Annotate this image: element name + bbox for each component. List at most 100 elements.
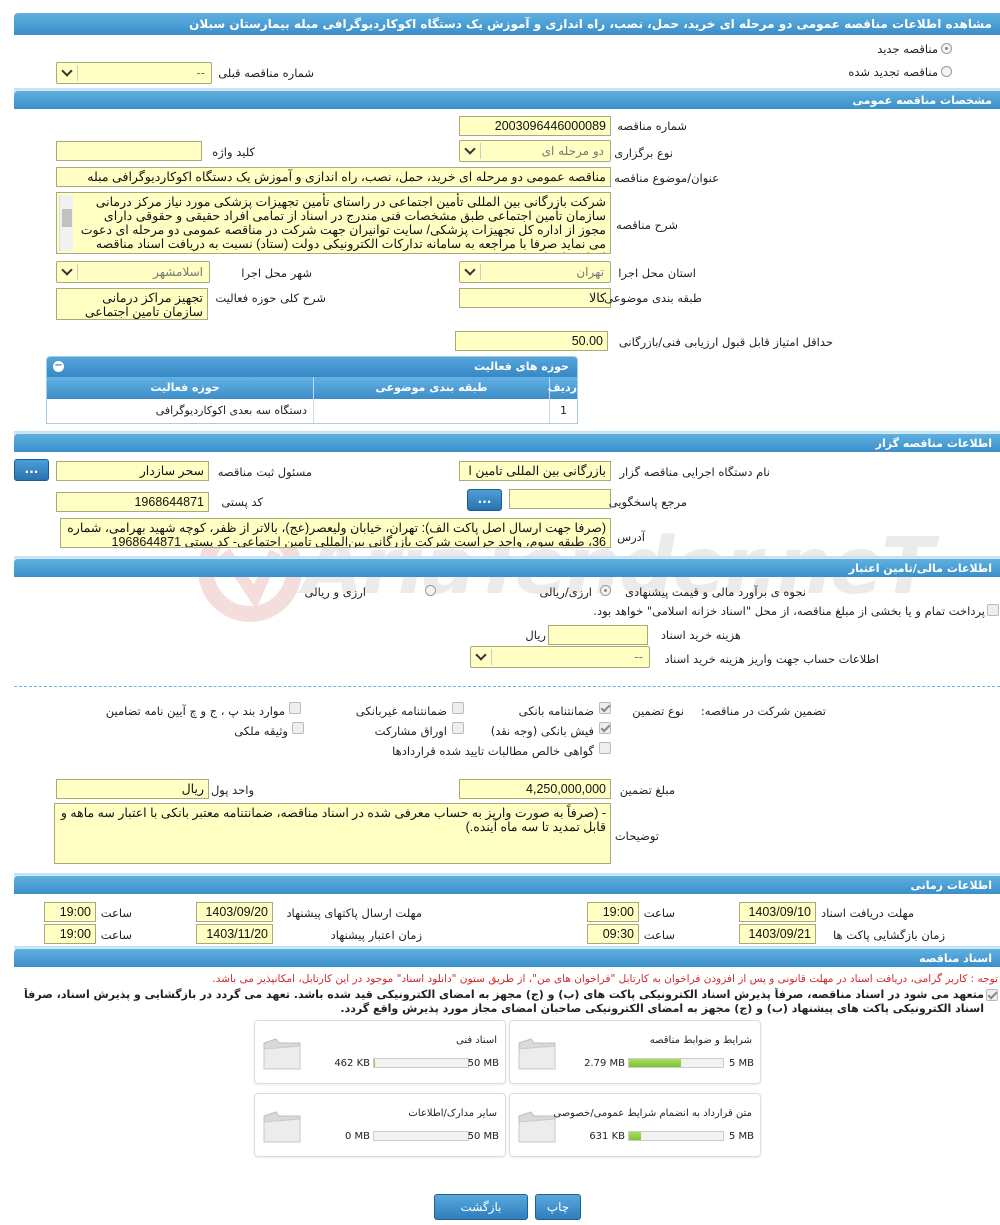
file-name: متن قرارداد به انضمام شرایط عمومی/خصوصی [553,1108,752,1119]
postal-code-field[interactable]: 1968644871 [56,492,209,512]
registrar-lookup-button[interactable]: ... [14,459,49,481]
doc-fee-field[interactable] [548,625,648,645]
org-name-field[interactable]: بازرگانی بین المللی تامین ا [459,461,611,481]
currency-fx-radio[interactable] [425,585,436,596]
folder-icon [518,1111,556,1143]
file-name: سایر مدارک/اطلاعات [408,1108,497,1119]
send-deadline-label: مهلت ارسال پاکتهای پیشنهاد [286,906,422,920]
city-select[interactable]: اسلامشهر [56,261,210,283]
prev-number-label: شماره مناقصه قبلی [218,66,314,80]
treasury-checkbox[interactable] [987,604,999,616]
opening-time[interactable]: 09:30 [587,924,639,944]
file-card[interactable]: سایر مدارک/اطلاعات 0 MB 50 MB [254,1093,506,1157]
print-button[interactable]: چاپ [535,1194,581,1220]
description-scrollbar[interactable] [59,195,73,251]
bank-receipt-checkbox[interactable] [599,722,611,734]
file-size: 631 KB [589,1131,625,1142]
activity-desc-field[interactable]: تجهیز مراکز درمانی سازمان تامین اجتماعی [56,288,208,320]
commit-checkbox[interactable] [986,989,998,1001]
postal-code-label: کد پستی [221,495,263,509]
certified-claims-checkbox[interactable] [599,742,611,754]
description-label: شرح مناقصه [616,218,678,232]
address-field[interactable]: (صرفا جهت ارسال اصل پاکت الف): تهران، خی… [60,518,611,548]
keyword-field[interactable] [56,141,202,161]
chevron-down-icon [61,65,73,77]
validity-label: زمان اعتبار پیشنهاد [330,928,422,942]
category-field[interactable]: کالا [459,288,611,308]
category-label: طبقه بندی موضوعی [604,291,702,305]
activity-grid-header: حوزه های فعالیت − [47,357,577,377]
folder-icon [263,1111,301,1143]
items-b-j-ch-checkbox[interactable] [289,702,301,714]
chevron-down-icon [464,264,476,276]
address-text: (صرفا جهت ارسال اصل پاکت الف): تهران، خی… [67,521,606,548]
activity-grid: حوزه های فعالیت − ردیف طبقه بندی موضوعی … [46,356,578,424]
file-name: اسناد فنی [456,1035,497,1046]
bank-guarantee-label: ضمانتنامه بانکی [518,704,594,718]
file-card[interactable]: اسناد فنی 462 KB 50 MB [254,1020,506,1084]
col-category: طبقه بندی موضوعی [313,377,549,399]
city-value: اسلامشهر [153,265,203,279]
send-deadline-date[interactable]: 1403/09/20 [196,902,273,922]
validity-time[interactable]: 19:00 [44,924,96,944]
chevron-down-icon [475,649,487,661]
file-progress [628,1131,724,1141]
partnership-bonds-checkbox[interactable] [452,722,464,734]
tender-number-label: شماره مناقصه [617,119,687,133]
file-max-size: 50 MB [467,1131,499,1142]
file-max-size: 5 MB [728,1131,754,1142]
province-value: تهران [576,265,604,279]
guarantee-amount-field[interactable]: 4,250,000,000 [459,779,611,799]
guarantee-notes-field[interactable]: - (صرفاً به صورت واریز به حساب معرفی شده… [54,803,611,864]
opening-time-label: ساعت [643,928,675,942]
row-field: دستگاه سه بعدی اکوکاردیوگرافی [155,404,307,417]
property-bond-checkbox[interactable] [292,722,304,734]
holding-type-select[interactable]: دو مرحله ای [459,140,611,162]
responder-field[interactable] [509,489,611,509]
account-label: اطلاعات حساب جهت واریز هزینه خرید اسناد [664,652,879,666]
opening-date[interactable]: 1403/09/21 [739,924,816,944]
collapse-icon[interactable]: − [53,361,64,372]
responder-lookup-button[interactable]: ... [467,489,502,511]
validity-date[interactable]: 1403/11/20 [196,924,273,944]
guarantee-notes-text: - (صرفاً به صورت واریز به حساب معرفی شده… [60,806,606,834]
min-score-field[interactable]: 50.00 [455,331,608,351]
city-label: شهر محل اجرا [241,266,312,280]
send-deadline-time[interactable]: 19:00 [44,902,96,922]
folder-icon [518,1038,556,1070]
back-button[interactable]: بازگشت [434,1194,528,1220]
folder-icon [263,1038,301,1070]
receive-deadline-date[interactable]: 1403/09/10 [739,902,816,922]
registrar-field[interactable]: سحر سازدار [56,461,209,481]
tender-number-field[interactable]: 2003096446000089 [459,116,611,136]
bank-guarantee-checkbox[interactable] [599,702,611,714]
renewed-tender-radio[interactable] [941,66,952,77]
holding-type-label: نوع برگزاری [614,146,673,160]
currency-rial-radio[interactable] [600,585,611,596]
subject-field[interactable]: مناقصه عمومی دو مرحله ای خرید، حمل، نصب،… [56,167,611,187]
new-tender-radio[interactable] [941,43,952,54]
file-card[interactable]: متن قرارداد به انضمام شرایط عمومی/خصوصی 6… [509,1093,761,1157]
partnership-bonds-label: اوراق مشارکت [374,724,447,738]
treasury-note: پرداخت تمام و یا بخشی از مبلغ مناقصه، از… [593,604,985,618]
account-select[interactable]: -- [470,646,650,668]
province-select[interactable]: تهران [459,261,611,283]
currency-label: واحد پول [210,783,254,797]
file-progress [628,1058,724,1068]
file-progress [373,1058,469,1068]
row-category [313,399,549,423]
receive-deadline-time[interactable]: 19:00 [587,902,639,922]
holding-type-value: دو مرحله ای [541,144,604,158]
file-card[interactable]: شرایط و ضوابط مناقصه 2.79 MB 5 MB [509,1020,761,1084]
table-row[interactable]: 1 دستگاه سه بعدی اکوکاردیوگرافی [47,399,577,423]
prev-number-select[interactable]: -- [56,62,212,84]
currency-field[interactable]: ریال [56,779,209,799]
nonbank-guarantee-checkbox[interactable] [452,702,464,714]
activity-grid-columns: ردیف طبقه بندی موضوعی حوزه فعالیت [47,377,577,399]
file-max-size: 50 MB [467,1058,499,1069]
description-field[interactable]: شرکت بازرگانی بین المللی تأمین اجتماعی د… [56,192,611,254]
validity-time-label: ساعت [100,928,132,942]
file-progress [373,1131,469,1141]
currency-fx-label: ارزی و ریالی [304,585,366,599]
certified-claims-label: گواهی خالص مطالبات تایید شده قراردادها [392,744,594,758]
